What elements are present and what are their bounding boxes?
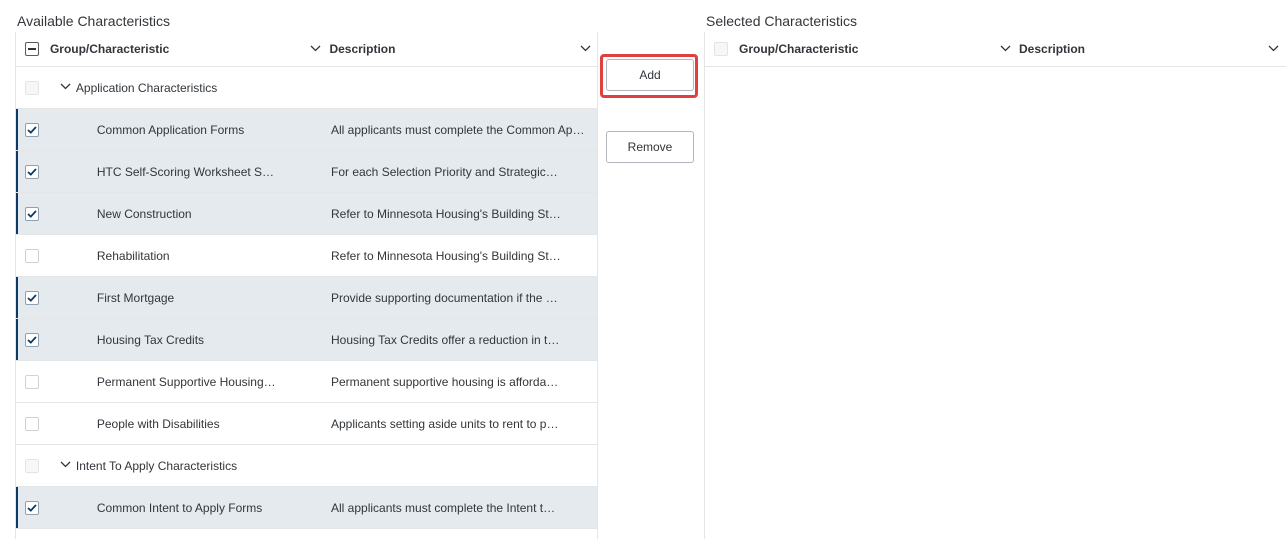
characteristic-cell: First Mortgage bbox=[96, 290, 175, 305]
table-row[interactable]: HTC Self-Scoring Worksheet S… For each Se… bbox=[16, 151, 597, 193]
select-all-checkbox[interactable] bbox=[714, 42, 728, 56]
row-checkbox[interactable] bbox=[24, 416, 39, 431]
row-checkbox[interactable] bbox=[24, 164, 39, 179]
row-checkbox[interactable] bbox=[24, 332, 39, 347]
table-row[interactable]: Common Intent to Apply Forms All applican… bbox=[16, 487, 597, 529]
row-checkbox[interactable] bbox=[24, 500, 39, 515]
group-row[interactable]: Application Characteristics bbox=[16, 67, 597, 109]
group-label: Intent To Apply Characteristics bbox=[75, 458, 238, 473]
row-checkbox[interactable] bbox=[24, 122, 39, 137]
available-table-header: Group/Characteristic Description bbox=[16, 32, 597, 67]
characteristic-cell: Housing Tax Credits bbox=[96, 332, 205, 347]
available-rows: Application Characteristics Common Applic… bbox=[16, 67, 597, 529]
group-column-label: Group/Characteristic bbox=[49, 42, 170, 56]
group-column-header[interactable]: Group/Characteristic bbox=[48, 42, 328, 56]
row-checkbox[interactable] bbox=[24, 80, 39, 95]
remove-button[interactable]: Remove bbox=[606, 131, 694, 163]
row-checkbox[interactable] bbox=[24, 206, 39, 221]
selected-table-header: Group/Characteristic Description bbox=[705, 32, 1286, 67]
table-row[interactable]: Common Application Forms All applicants m… bbox=[16, 109, 597, 151]
chevron-down-icon[interactable] bbox=[580, 45, 591, 54]
characteristic-cell: Rehabilitation bbox=[96, 248, 170, 263]
add-button[interactable]: Add bbox=[606, 59, 694, 91]
description-column-label: Description bbox=[1019, 42, 1086, 56]
available-characteristics-title: Available Characteristics bbox=[17, 13, 171, 29]
description-cell: All applicants must complete the Intent … bbox=[331, 500, 556, 515]
row-checkbox[interactable] bbox=[24, 458, 39, 473]
selected-characteristics-table: Group/Characteristic Description bbox=[704, 32, 1286, 539]
characteristic-cell: Permanent Supportive Housing… bbox=[96, 374, 276, 389]
table-row[interactable]: First Mortgage Provide supporting documen… bbox=[16, 277, 597, 319]
description-column-header[interactable]: Description bbox=[327, 42, 597, 56]
row-checkbox[interactable] bbox=[24, 290, 39, 305]
table-row[interactable]: Rehabilitation Refer to Minnesota Housing… bbox=[16, 235, 597, 277]
chevron-down-icon[interactable] bbox=[1268, 45, 1279, 54]
characteristic-cell: New Construction bbox=[96, 206, 192, 221]
group-cell: Intent To Apply Characteristics bbox=[48, 459, 331, 473]
description-cell: For each Selection Priority and Strategi… bbox=[331, 164, 558, 179]
available-characteristics-table: Group/Characteristic Description Applica… bbox=[15, 32, 598, 539]
group-column-header[interactable]: Group/Characteristic bbox=[737, 42, 1017, 56]
description-cell: Refer to Minnesota Housing's Building St… bbox=[331, 248, 561, 263]
table-row[interactable]: People with Disabilities Applicants setti… bbox=[16, 403, 597, 445]
table-row[interactable]: New Construction Refer to Minnesota Housi… bbox=[16, 193, 597, 235]
row-checkbox[interactable] bbox=[24, 374, 39, 389]
chevron-down-icon[interactable] bbox=[310, 45, 321, 54]
selected-characteristics-title: Selected Characteristics bbox=[706, 13, 857, 29]
table-row[interactable]: Permanent Supportive Housing… Permanent s… bbox=[16, 361, 597, 403]
select-all-checkbox[interactable] bbox=[24, 42, 39, 56]
group-label: Application Characteristics bbox=[75, 80, 218, 95]
description-cell: Applicants setting aside units to rent t… bbox=[331, 416, 559, 431]
chevron-down-icon[interactable] bbox=[60, 83, 71, 92]
group-row[interactable]: Intent To Apply Characteristics bbox=[16, 445, 597, 487]
characteristic-cell: Common Application Forms bbox=[96, 122, 245, 137]
description-cell: All applicants must complete the Common … bbox=[331, 122, 597, 137]
row-checkbox[interactable] bbox=[24, 248, 39, 263]
group-cell: Application Characteristics bbox=[48, 81, 331, 95]
group-column-label: Group/Characteristic bbox=[739, 42, 859, 56]
characteristic-cell: People with Disabilities bbox=[96, 416, 220, 431]
table-row[interactable]: Housing Tax Credits Housing Tax Credits o… bbox=[16, 319, 597, 361]
description-cell: Provide supporting documentation if the … bbox=[331, 290, 558, 305]
chevron-down-icon[interactable] bbox=[60, 461, 71, 470]
description-column-label: Description bbox=[329, 42, 396, 56]
chevron-down-icon[interactable] bbox=[1000, 45, 1011, 54]
characteristic-cell: HTC Self-Scoring Worksheet S… bbox=[96, 164, 275, 179]
characteristic-cell: Common Intent to Apply Forms bbox=[96, 500, 263, 515]
description-column-header[interactable]: Description bbox=[1017, 42, 1285, 56]
description-cell: Permanent supportive housing is afforda… bbox=[331, 374, 559, 389]
description-cell: Housing Tax Credits offer a reduction in… bbox=[331, 332, 560, 347]
description-cell: Refer to Minnesota Housing's Building St… bbox=[331, 206, 561, 221]
